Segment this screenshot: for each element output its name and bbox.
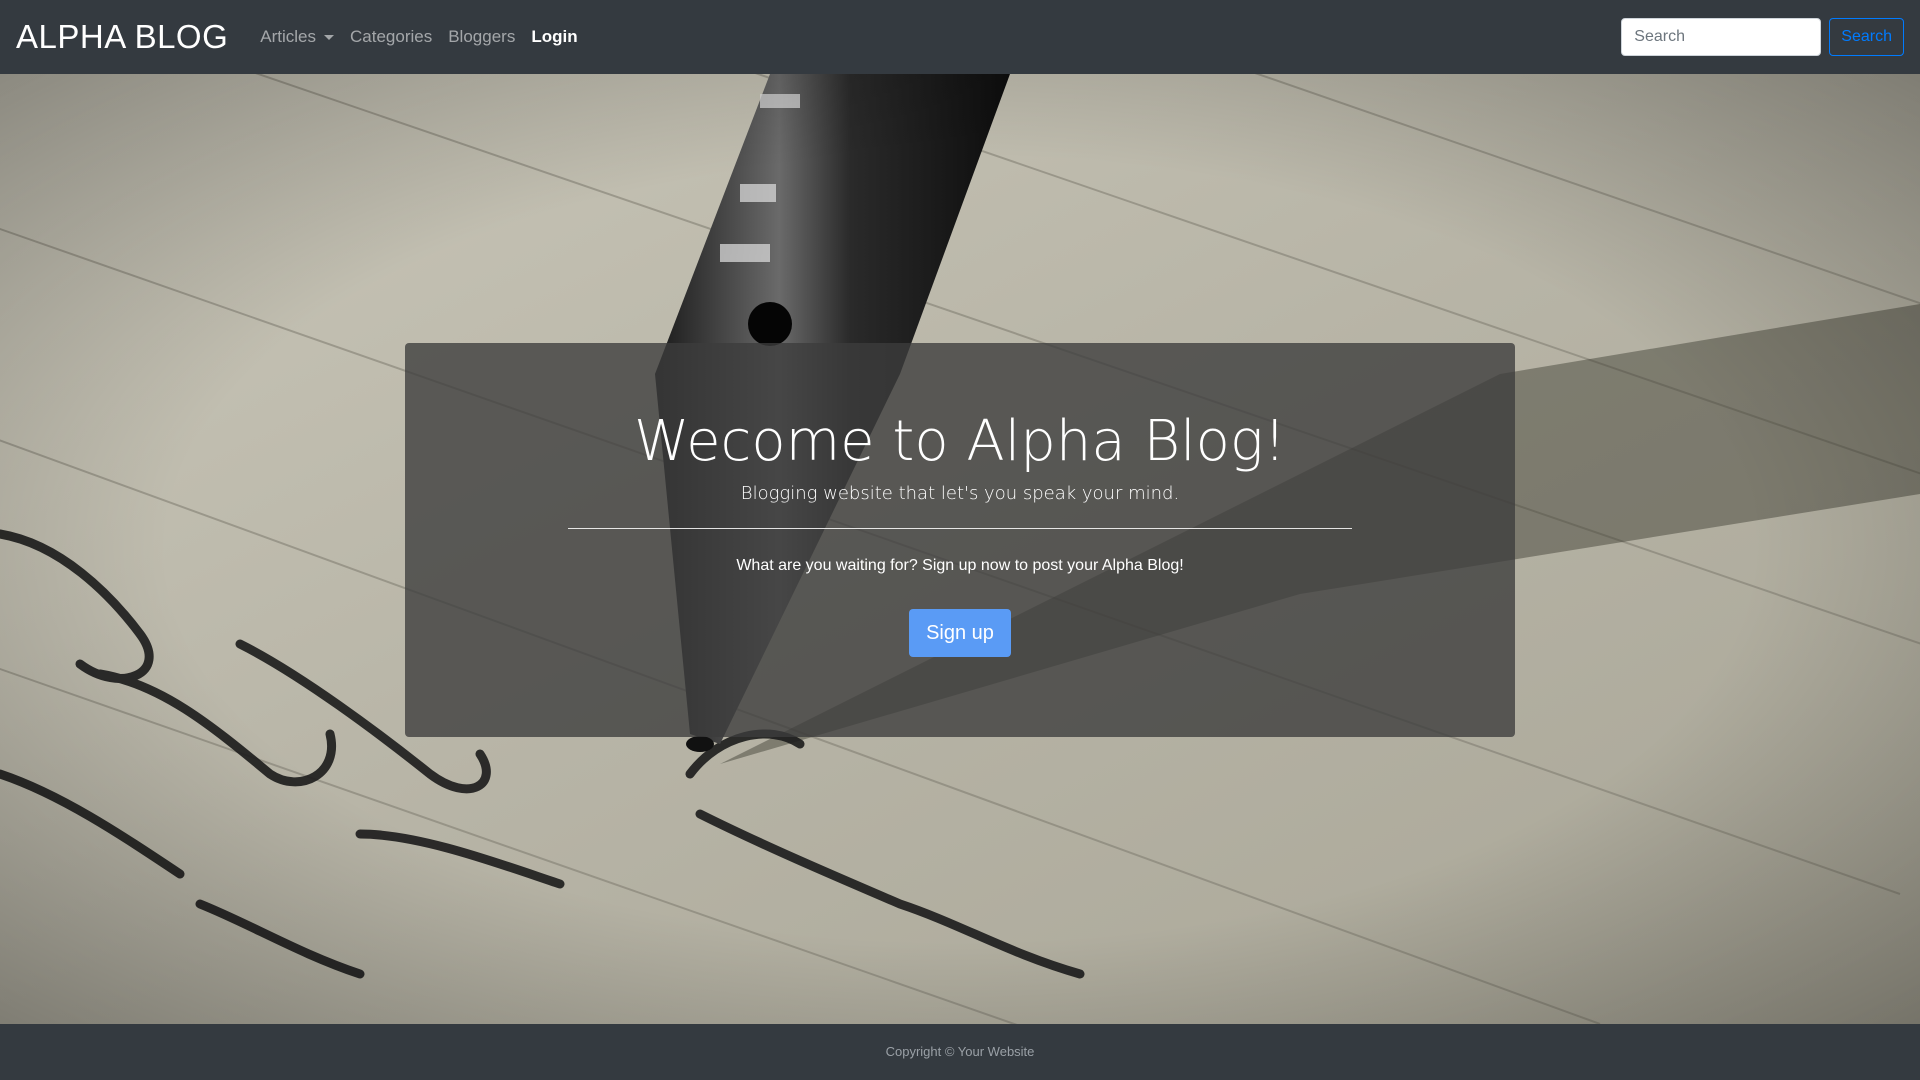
- navbar: ALPHA BLOG Articles Categories Bloggers …: [0, 0, 1920, 74]
- nav-login[interactable]: Login: [531, 27, 577, 47]
- footer: Copyright © Your Website: [0, 1024, 1920, 1080]
- search-input[interactable]: [1621, 18, 1822, 56]
- search-button[interactable]: Search: [1829, 18, 1904, 56]
- hero-title: Wecome to Alpha Blog!: [634, 409, 1286, 474]
- caret-down-icon: [324, 34, 334, 40]
- nav-articles-dropdown[interactable]: Articles: [260, 27, 334, 47]
- nav-articles-label: Articles: [260, 27, 316, 46]
- nav-bloggers[interactable]: Bloggers: [448, 27, 515, 47]
- signup-button[interactable]: Sign up: [909, 608, 1011, 657]
- brand-logo[interactable]: ALPHA BLOG: [16, 18, 228, 56]
- welcome-jumbotron: Wecome to Alpha Blog! Blogging website t…: [405, 343, 1515, 737]
- footer-copyright: Copyright © Your Website: [885, 1044, 1035, 1059]
- nav-categories[interactable]: Categories: [350, 27, 432, 47]
- hero-cta-text: What are you waiting for? Sign up now to…: [736, 556, 1184, 574]
- hero-divider: [568, 527, 1352, 529]
- hero-lead: Blogging website that let's you speak yo…: [740, 482, 1180, 504]
